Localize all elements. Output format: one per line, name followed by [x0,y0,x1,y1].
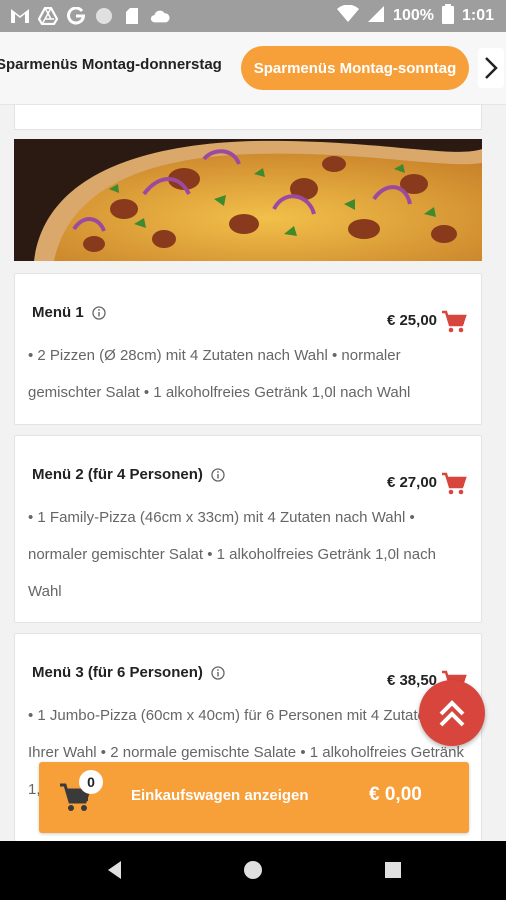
gmail-icon [10,6,30,26]
status-bar: 100% 1:01 [0,0,506,32]
menu-card-title: Menü 1 [32,304,106,321]
menu-card-2: Menü 2 (für 4 Personen) € 27,00 • 1 Fami… [14,435,482,623]
cart-count-badge: 0 [79,770,103,794]
recents-icon[interactable] [382,859,404,881]
menu-card-title: Menü 2 (für 4 Personen) [32,466,225,483]
previous-card [14,105,482,130]
signal-icon [367,5,385,28]
info-icon[interactable] [92,305,106,320]
system-nav-bar [0,841,506,900]
menu-price: € 27,00 [386,474,437,491]
show-cart-button[interactable]: 0 Einkaufswagen anzeigen € 0,00 [39,762,469,833]
menu-card-1: Menü 1 € 25,00 • 2 Pizzen (Ø 28cm) mit 4… [14,273,482,425]
info-icon[interactable] [211,665,225,680]
clock: 1:01 [461,7,494,24]
add-to-cart-icon[interactable] [441,310,467,334]
wifi-icon [337,4,360,28]
tab-sparmenues-montag-sonntag[interactable]: Sparmenüs Montag-sonntag [241,46,469,90]
scroll-to-top-button[interactable] [419,680,485,746]
tab-sparmenues-montag-donnerstag[interactable]: Sparmenüs Montag-donnerstag [0,56,222,73]
circle-icon [94,6,114,26]
home-icon[interactable] [242,859,264,881]
double-chevron-up-icon [439,700,465,727]
pizza-image [14,139,482,261]
drive-icon [38,6,58,26]
info-icon[interactable] [211,467,225,482]
google-icon [66,6,86,26]
pizza-illustration [14,139,482,261]
category-tabs: Sparmenüs Montag-donnerstag Sparmenüs Mo… [0,32,506,105]
menu-title-text: Menü 3 (für 6 Personen) [32,664,203,681]
battery-level: 100% [393,7,434,24]
back-icon[interactable] [104,859,126,881]
cart-label: Einkaufswagen anzeigen [131,787,309,804]
menu-title-text: Menü 1 [32,304,84,321]
menu-price: € 38,50 [386,672,437,689]
battery-icon [441,3,454,29]
chevron-right-icon [485,57,498,79]
add-to-cart-icon[interactable] [441,472,467,496]
menu-description: • 1 Family-Pizza (46cm x 33cm) mit 4 Zut… [28,509,436,600]
menu-price: € 25,00 [386,312,437,329]
menu-card-title: Menü 3 (für 6 Personen) [32,664,225,681]
menu-title-text: Menü 2 (für 4 Personen) [32,466,203,483]
menu-description: • 2 Pizzen (Ø 28cm) mit 4 Zutaten nach W… [28,347,411,401]
cart-total: € 0,00 [369,784,422,805]
sim-icon [122,6,142,26]
cloud-icon [150,6,170,26]
tabs-next-button[interactable] [478,48,504,88]
